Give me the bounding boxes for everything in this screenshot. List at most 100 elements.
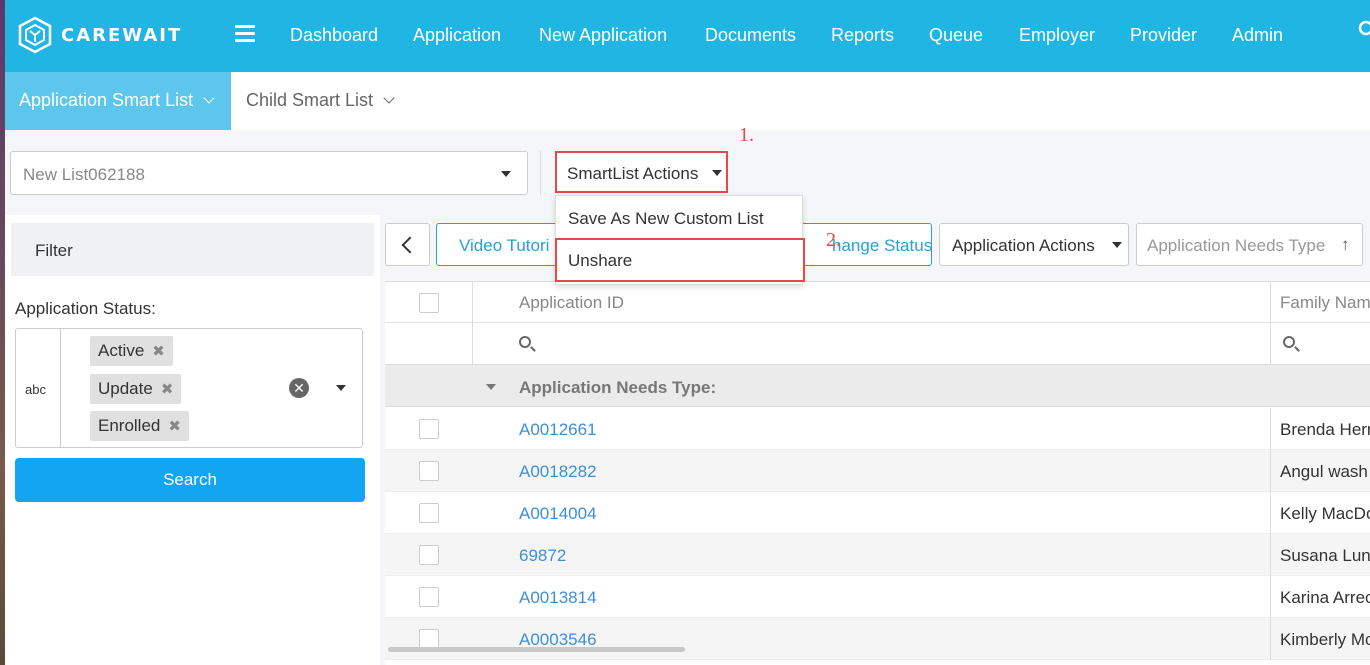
horizontal-scrollbar[interactable] — [388, 647, 685, 652]
column-divider — [1270, 492, 1271, 534]
video-tutorial-label: Video Tutori — [459, 236, 550, 255]
tag-label: Enrolled — [98, 416, 161, 435]
nav-dashboard[interactable]: Dashboard — [290, 25, 378, 46]
column-divider — [1270, 450, 1271, 492]
sort-ascending-icon[interactable]: ↑ — [1341, 235, 1350, 255]
smartlist-actions-label: SmartList Actions — [567, 164, 699, 183]
table-row[interactable]: A0013814 Karina Arrec — [385, 576, 1370, 618]
smartlist-actions-button[interactable]: SmartList Actions — [555, 151, 728, 193]
column-divider — [1270, 534, 1271, 576]
tab-label: Application Smart List — [19, 90, 194, 110]
caret-down-icon[interactable] — [336, 385, 346, 391]
column-divider — [1270, 408, 1271, 450]
application-id-link[interactable]: A0013814 — [519, 588, 597, 608]
column-header-application-id[interactable]: Application ID — [519, 293, 624, 313]
table-row[interactable]: A0012661 Brenda Hern — [385, 408, 1370, 450]
application-status-multiselect[interactable]: abc Active ✖ Update ✖ Enrolled ✖ ✕ — [15, 328, 363, 448]
subtab-bar: Application Smart List Child Smart List — [5, 72, 1370, 130]
nav-reports[interactable]: Reports — [831, 25, 894, 46]
row-checkbox[interactable] — [419, 461, 439, 481]
row-checkbox[interactable] — [419, 503, 439, 523]
filter-header[interactable]: Filter — [11, 223, 374, 276]
search-icon[interactable] — [1283, 336, 1295, 348]
table-row[interactable]: A0018282 Angul wash — [385, 450, 1370, 492]
row-checkbox[interactable] — [419, 419, 439, 439]
tab-label: Child Smart List — [246, 90, 374, 110]
tag-active: Active ✖ — [90, 336, 173, 366]
back-button[interactable] — [385, 223, 430, 266]
application-id-link[interactable]: 69872 — [519, 546, 566, 566]
applications-grid: Application ID Family Nam Application Ne… — [385, 281, 1370, 665]
select-all-checkbox[interactable] — [419, 293, 439, 313]
chevron-down-icon — [203, 92, 215, 104]
nav-application[interactable]: Application — [413, 25, 501, 46]
needs-type-groupby-field[interactable]: Application Needs Type ↑ — [1136, 223, 1363, 266]
annotation-step-2: 2. — [826, 229, 841, 251]
family-name-cell: Kimberly Mc — [1280, 630, 1370, 649]
chevron-down-icon — [383, 92, 395, 104]
column-header-family-name[interactable]: Family Nam — [1280, 293, 1370, 313]
table-row[interactable]: A0014004 Kelly MacDo — [385, 492, 1370, 534]
caret-down-icon — [501, 171, 511, 177]
search-icon[interactable] — [519, 336, 531, 348]
tab-application-smart-list[interactable]: Application Smart List — [5, 72, 231, 130]
grid-header-row: Application ID Family Nam — [385, 281, 1370, 323]
remove-tag-icon[interactable]: ✖ — [168, 418, 181, 435]
nav-documents[interactable]: Documents — [705, 25, 796, 46]
brand-logo[interactable]: CAREWAIT — [17, 16, 182, 54]
filter-panel: Filter Application Status: abc Active ✖ U… — [5, 215, 380, 665]
application-id-link[interactable]: A0014004 — [519, 504, 597, 524]
collapse-caret-icon[interactable] — [486, 384, 496, 390]
group-label: Application Needs Type: — [519, 378, 717, 397]
menu-item-unshare[interactable]: Unshare — [555, 238, 805, 282]
menu-toggle-icon[interactable] — [235, 25, 255, 43]
smart-list-select[interactable]: New List062188 — [10, 151, 528, 195]
brand-name: CAREWAIT — [61, 24, 183, 46]
application-id-link[interactable]: A0018282 — [519, 462, 597, 482]
divider — [540, 151, 541, 195]
caret-down-icon — [1112, 242, 1122, 248]
nav-employer[interactable]: Employer — [1019, 25, 1095, 46]
column-divider — [1270, 576, 1271, 618]
tag-enrolled: Enrolled ✖ — [90, 411, 189, 441]
application-status-label: Application Status: — [15, 299, 156, 318]
top-navbar: CAREWAIT Dashboard Application New Appli… — [5, 0, 1370, 72]
text-type-icon-box: abc — [16, 329, 61, 447]
clear-all-icon[interactable]: ✕ — [289, 378, 309, 398]
family-name-cell: Kelly MacDo — [1280, 504, 1370, 523]
chevron-left-icon — [401, 236, 419, 254]
table-row[interactable]: A0003546 Kimberly Mc — [385, 618, 1370, 660]
nav-admin[interactable]: Admin — [1232, 25, 1283, 46]
row-checkbox[interactable] — [419, 587, 439, 607]
application-id-link[interactable]: A0012661 — [519, 420, 597, 440]
row-checkbox[interactable] — [419, 545, 439, 565]
grid-filter-row — [385, 323, 1370, 365]
smartlist-actions-menu: Save As New Custom List Unshare — [555, 195, 805, 285]
column-divider — [1270, 281, 1271, 365]
nav-provider[interactable]: Provider — [1130, 25, 1197, 46]
column-divider — [1270, 618, 1271, 660]
desktop-edge — [0, 0, 5, 665]
remove-tag-icon[interactable]: ✖ — [152, 343, 165, 360]
column-divider — [472, 281, 473, 365]
carewait-logo-icon — [18, 16, 52, 54]
group-row[interactable]: Application Needs Type: — [385, 365, 1370, 407]
remove-tag-icon[interactable]: ✖ — [161, 381, 174, 398]
family-name-cell: Angul wash — [1280, 462, 1368, 481]
family-name-cell: Brenda Hern — [1280, 420, 1370, 439]
search-icon[interactable] — [1358, 20, 1370, 40]
selected-list-value: New List062188 — [23, 165, 145, 184]
application-actions-button[interactable]: Application Actions — [939, 223, 1129, 266]
nav-queue[interactable]: Queue — [929, 25, 983, 46]
family-name-cell: Susana Luna — [1280, 546, 1370, 565]
tab-child-smart-list[interactable]: Child Smart List — [246, 90, 395, 111]
table-row[interactable]: 69872 Susana Luna — [385, 534, 1370, 576]
menu-item-save-as-new-custom-list[interactable]: Save As New Custom List — [568, 209, 764, 229]
tag-update: Update ✖ — [90, 374, 182, 404]
nav-new-application[interactable]: New Application — [539, 25, 667, 46]
search-button[interactable]: Search — [15, 458, 365, 502]
caret-down-icon — [712, 170, 722, 176]
change-status-label[interactable]: hange Status — [832, 236, 932, 256]
row-checkbox[interactable] — [419, 629, 439, 649]
application-actions-label: Application Actions — [952, 236, 1095, 255]
